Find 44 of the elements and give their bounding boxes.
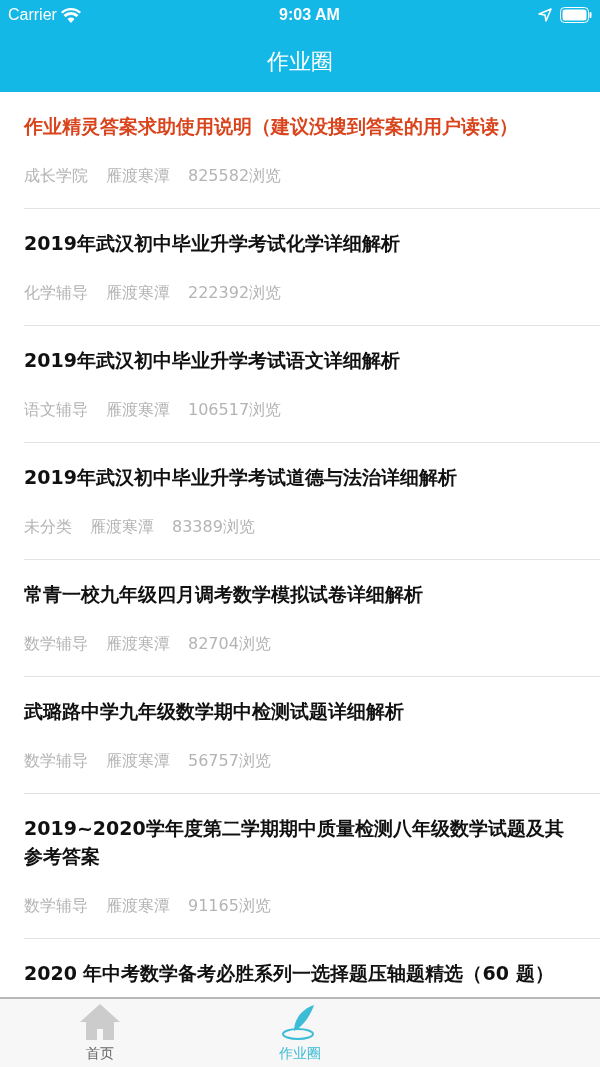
post-category: 数学辅导 (24, 633, 88, 655)
post-title: 常青一校九年级四月调考数学模拟试卷详细解析 (24, 582, 424, 607)
post-author: 雁渡寒潭 (90, 516, 154, 538)
post-title: 2019~2020学年度第二学期期中质量检测八年级数学试题及其参考答案 (24, 816, 565, 869)
post-views: 222392浏览 (188, 282, 282, 304)
post-item[interactable]: 2019年武汉初中毕业升学考试道德与法治详细解析 未分类 雁渡寒潭 83389浏览 (24, 443, 600, 560)
tab-item[interactable]: 首页 (0, 999, 200, 1067)
post-title: 武璐路中学九年级数学期中检测试题详细解析 (24, 699, 405, 724)
post-category: 语文辅导 (24, 399, 88, 421)
post-views: 82704浏览 (188, 633, 271, 655)
post-author: 雁渡寒潭 (106, 165, 170, 187)
post-item[interactable]: 2019年武汉初中毕业升学考试语文详细解析 语文辅导 雁渡寒潭 106517浏览 (24, 326, 600, 443)
status-time: 9:03 AM (279, 5, 340, 25)
post-title: 作业精灵答案求助使用说明（建议没搜到答案的用户读读） (24, 114, 519, 139)
post-author: 雁渡寒潭 (106, 282, 170, 304)
post-item[interactable]: 武璐路中学九年级数学期中检测试题详细解析 数学辅导 雁渡寒潭 56757浏览 (24, 677, 600, 794)
post-views: 91165浏览 (188, 895, 271, 917)
post-title: 2019年武汉初中毕业升学考试道德与法治详细解析 (24, 465, 458, 490)
post-views: 83389浏览 (172, 516, 255, 538)
post-author: 雁渡寒潭 (106, 750, 170, 772)
post-category: 未分类 (24, 516, 72, 538)
post-category: 数学辅导 (24, 750, 88, 772)
post-item[interactable]: 2019~2020学年度第二学期期中质量检测八年级数学试题及其参考答案 数学辅导 雁渡寒潭 91165浏览 (24, 794, 600, 939)
post-views: 56757浏览 (188, 750, 271, 772)
wifi-icon (60, 7, 81, 23)
post-title: 2020 年中考数学备考必胜系列一选择题压轴题精选（60 题） (24, 961, 555, 986)
post-item[interactable]: 作业精灵答案求助使用说明（建议没搜到答案的用户读读） 成长学院 雁渡寒潭 825582浏览 (24, 92, 600, 209)
post-item[interactable]: 常青一校九年级四月调考数学模拟试卷详细解析 数学辅导 雁渡寒潭 82704浏览 (24, 560, 600, 677)
post-item[interactable]: 2019年武汉初中毕业升学考试化学详细解析 化学辅导 雁渡寒潭 222392浏览 (24, 209, 600, 326)
post-author: 雁渡寒潭 (106, 895, 170, 917)
post-category: 成长学院 (24, 165, 88, 187)
carrier-label: Carrier (8, 5, 57, 25)
battery-icon (560, 7, 592, 23)
post-author: 雁渡寒潭 (106, 633, 170, 655)
home-icon (79, 1002, 121, 1041)
post-views: 825582浏览 (188, 165, 282, 187)
post-views: 106517浏览 (188, 399, 282, 421)
page-title: 作业圈 (267, 47, 333, 76)
location-icon (538, 8, 552, 22)
post-category: 数学辅导 (24, 895, 88, 917)
post-title: 2019年武汉初中毕业升学考试化学详细解析 (24, 231, 401, 256)
post-title: 2019年武汉初中毕业升学考试语文详细解析 (24, 348, 401, 373)
post-author: 雁渡寒潭 (106, 399, 170, 421)
post-category: 化学辅导 (24, 282, 88, 304)
